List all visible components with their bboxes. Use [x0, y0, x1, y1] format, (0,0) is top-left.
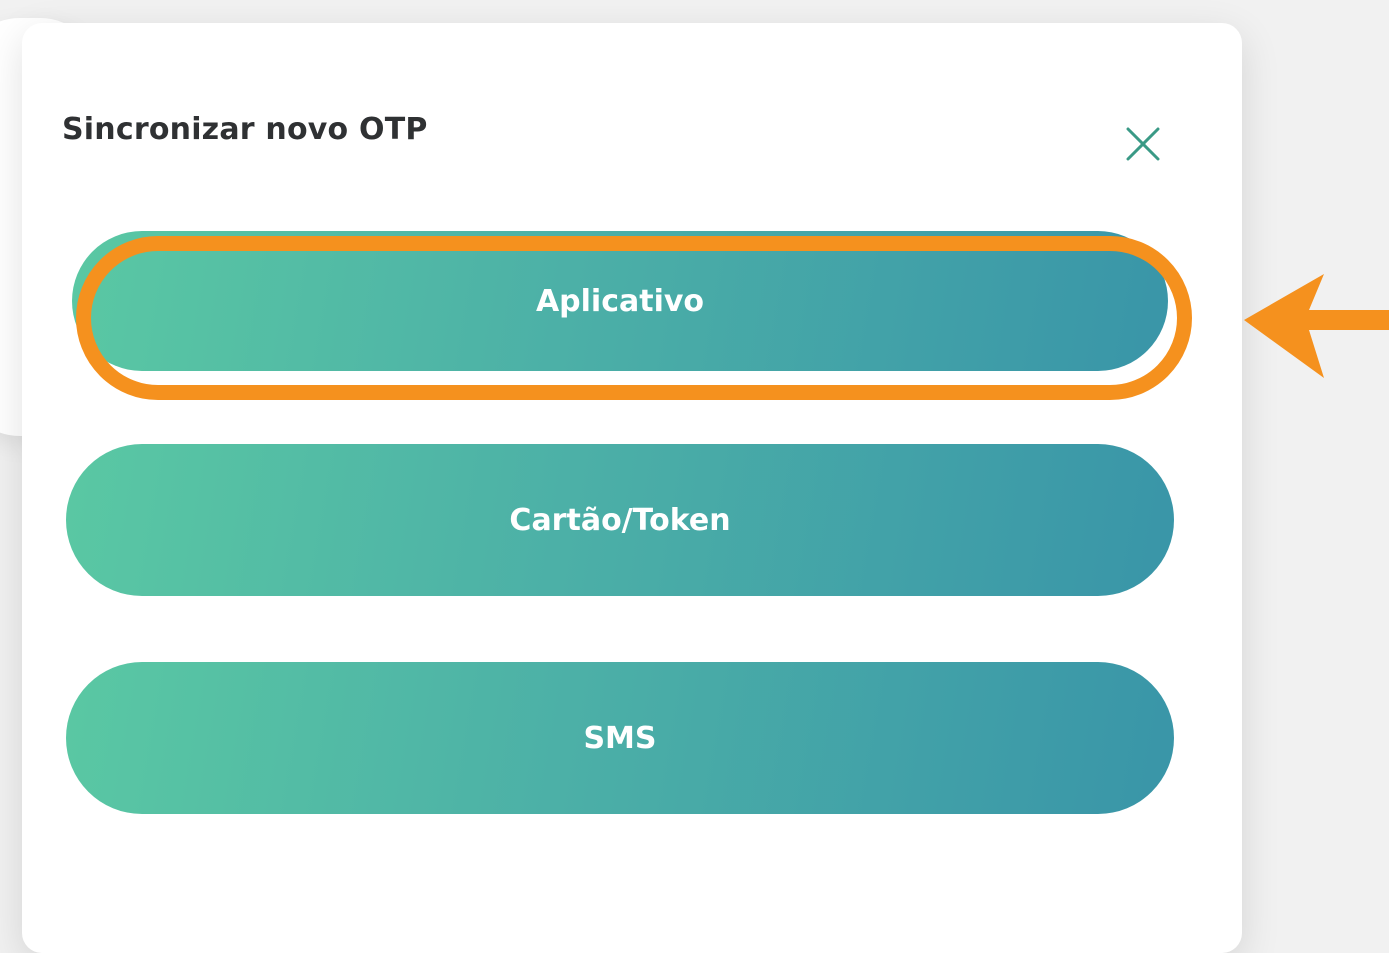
option-aplicativo-button[interactable]: Aplicativo: [72, 231, 1168, 371]
close-button[interactable]: [1120, 121, 1166, 167]
option-label: Cartão/Token: [509, 502, 731, 538]
option-sms-button[interactable]: SMS: [66, 662, 1174, 814]
option-label: SMS: [583, 720, 657, 756]
close-icon: [1126, 127, 1160, 161]
option-cartao-token-button[interactable]: Cartão/Token: [66, 444, 1174, 596]
arrow-left-icon: [1244, 274, 1389, 378]
pointer-arrow: [1244, 272, 1389, 380]
option-label: Aplicativo: [535, 283, 705, 319]
modal-title: Sincronizar novo OTP: [62, 112, 428, 147]
